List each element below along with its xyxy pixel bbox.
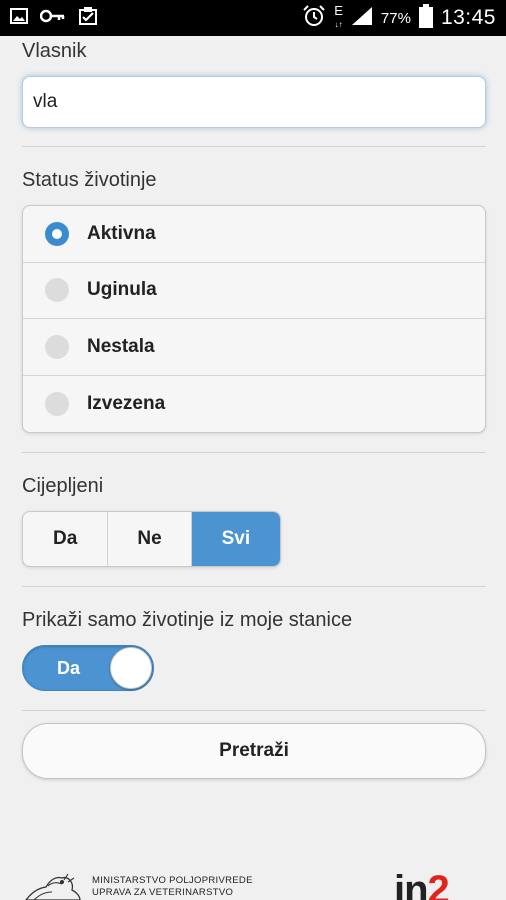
- ministry-line2: UPRAVA ZA VETERINARSTVO: [92, 887, 234, 898]
- status-option-uginula[interactable]: Uginula: [23, 263, 485, 319]
- station-filter-toggle[interactable]: Da: [22, 645, 154, 691]
- battery-icon: [418, 3, 433, 33]
- alarm-icon: [302, 4, 326, 32]
- image-icon: [10, 7, 28, 29]
- toggle-knob[interactable]: [110, 647, 152, 689]
- status-option-label: Aktivna: [87, 222, 156, 244]
- station-filter-label: Prikaži samo životinje iz moje stanice: [22, 609, 353, 631]
- vaccinated-ne-button[interactable]: Ne: [108, 512, 192, 566]
- clock: 13:45: [440, 6, 496, 29]
- in2-logo-part2: 2: [427, 868, 450, 900]
- owner-input[interactable]: [33, 91, 475, 113]
- status-bar-left: [10, 6, 98, 31]
- owner-label: Vlasnik: [22, 40, 87, 62]
- vaccinated-da-button[interactable]: Da: [23, 512, 109, 566]
- key-icon: [39, 9, 66, 28]
- status-option-aktivna[interactable]: Aktivna: [23, 206, 485, 263]
- status-radio-group: Aktivna Uginula Nestala Izvezena: [22, 205, 486, 433]
- status-option-label: Nestala: [87, 335, 155, 357]
- vaccinated-segmented-control: Da Ne Svi: [22, 511, 281, 567]
- status-label: Status životinje: [22, 169, 157, 191]
- divider: [22, 710, 486, 711]
- radio-unchecked-icon[interactable]: [45, 278, 69, 303]
- vaccinated-label: Cijepljeni: [22, 475, 104, 497]
- search-form: Vlasnik Status životinje Aktivna Uginula…: [22, 36, 486, 779]
- status-option-izvezena[interactable]: Izvezena: [23, 376, 485, 433]
- search-button[interactable]: Pretraži: [22, 723, 486, 779]
- vaccinated-svi-button[interactable]: Svi: [191, 512, 280, 566]
- divider: [22, 452, 486, 453]
- data-e-icon: E ↓↑: [334, 3, 343, 29]
- ministry-logo-text: MINISTARSTVO POLJOPRIVREDE UPRAVA ZA VET…: [92, 875, 253, 899]
- radio-unchecked-icon[interactable]: [45, 334, 69, 359]
- footer: MINISTARSTVO POLJOPRIVREDE UPRAVA ZA VET…: [0, 862, 506, 900]
- in2-logo-part1: in: [394, 868, 429, 900]
- in2-logo: in2: [394, 868, 450, 900]
- radio-checked-icon[interactable]: [45, 221, 69, 246]
- status-option-label: Uginula: [87, 279, 157, 301]
- status-bar: E ↓↑ 77% 13:45: [0, 0, 506, 36]
- divider: [22, 146, 486, 147]
- clipboard-check-icon: [78, 6, 98, 31]
- toggle-label: Da: [57, 658, 81, 678]
- status-bar-right: E ↓↑ 77% 13:45: [302, 3, 496, 33]
- coat-of-arms-icon: [24, 870, 82, 900]
- signal-icon: [351, 6, 373, 31]
- status-option-nestala[interactable]: Nestala: [23, 319, 485, 376]
- status-option-label: Izvezena: [87, 392, 166, 414]
- battery-percent: 77%: [380, 9, 411, 27]
- owner-field[interactable]: [22, 76, 486, 128]
- network-label: E: [334, 3, 343, 18]
- divider: [22, 586, 486, 587]
- radio-unchecked-icon[interactable]: [45, 391, 69, 416]
- ministry-line1: MINISTARSTVO POLJOPRIVREDE: [92, 875, 253, 886]
